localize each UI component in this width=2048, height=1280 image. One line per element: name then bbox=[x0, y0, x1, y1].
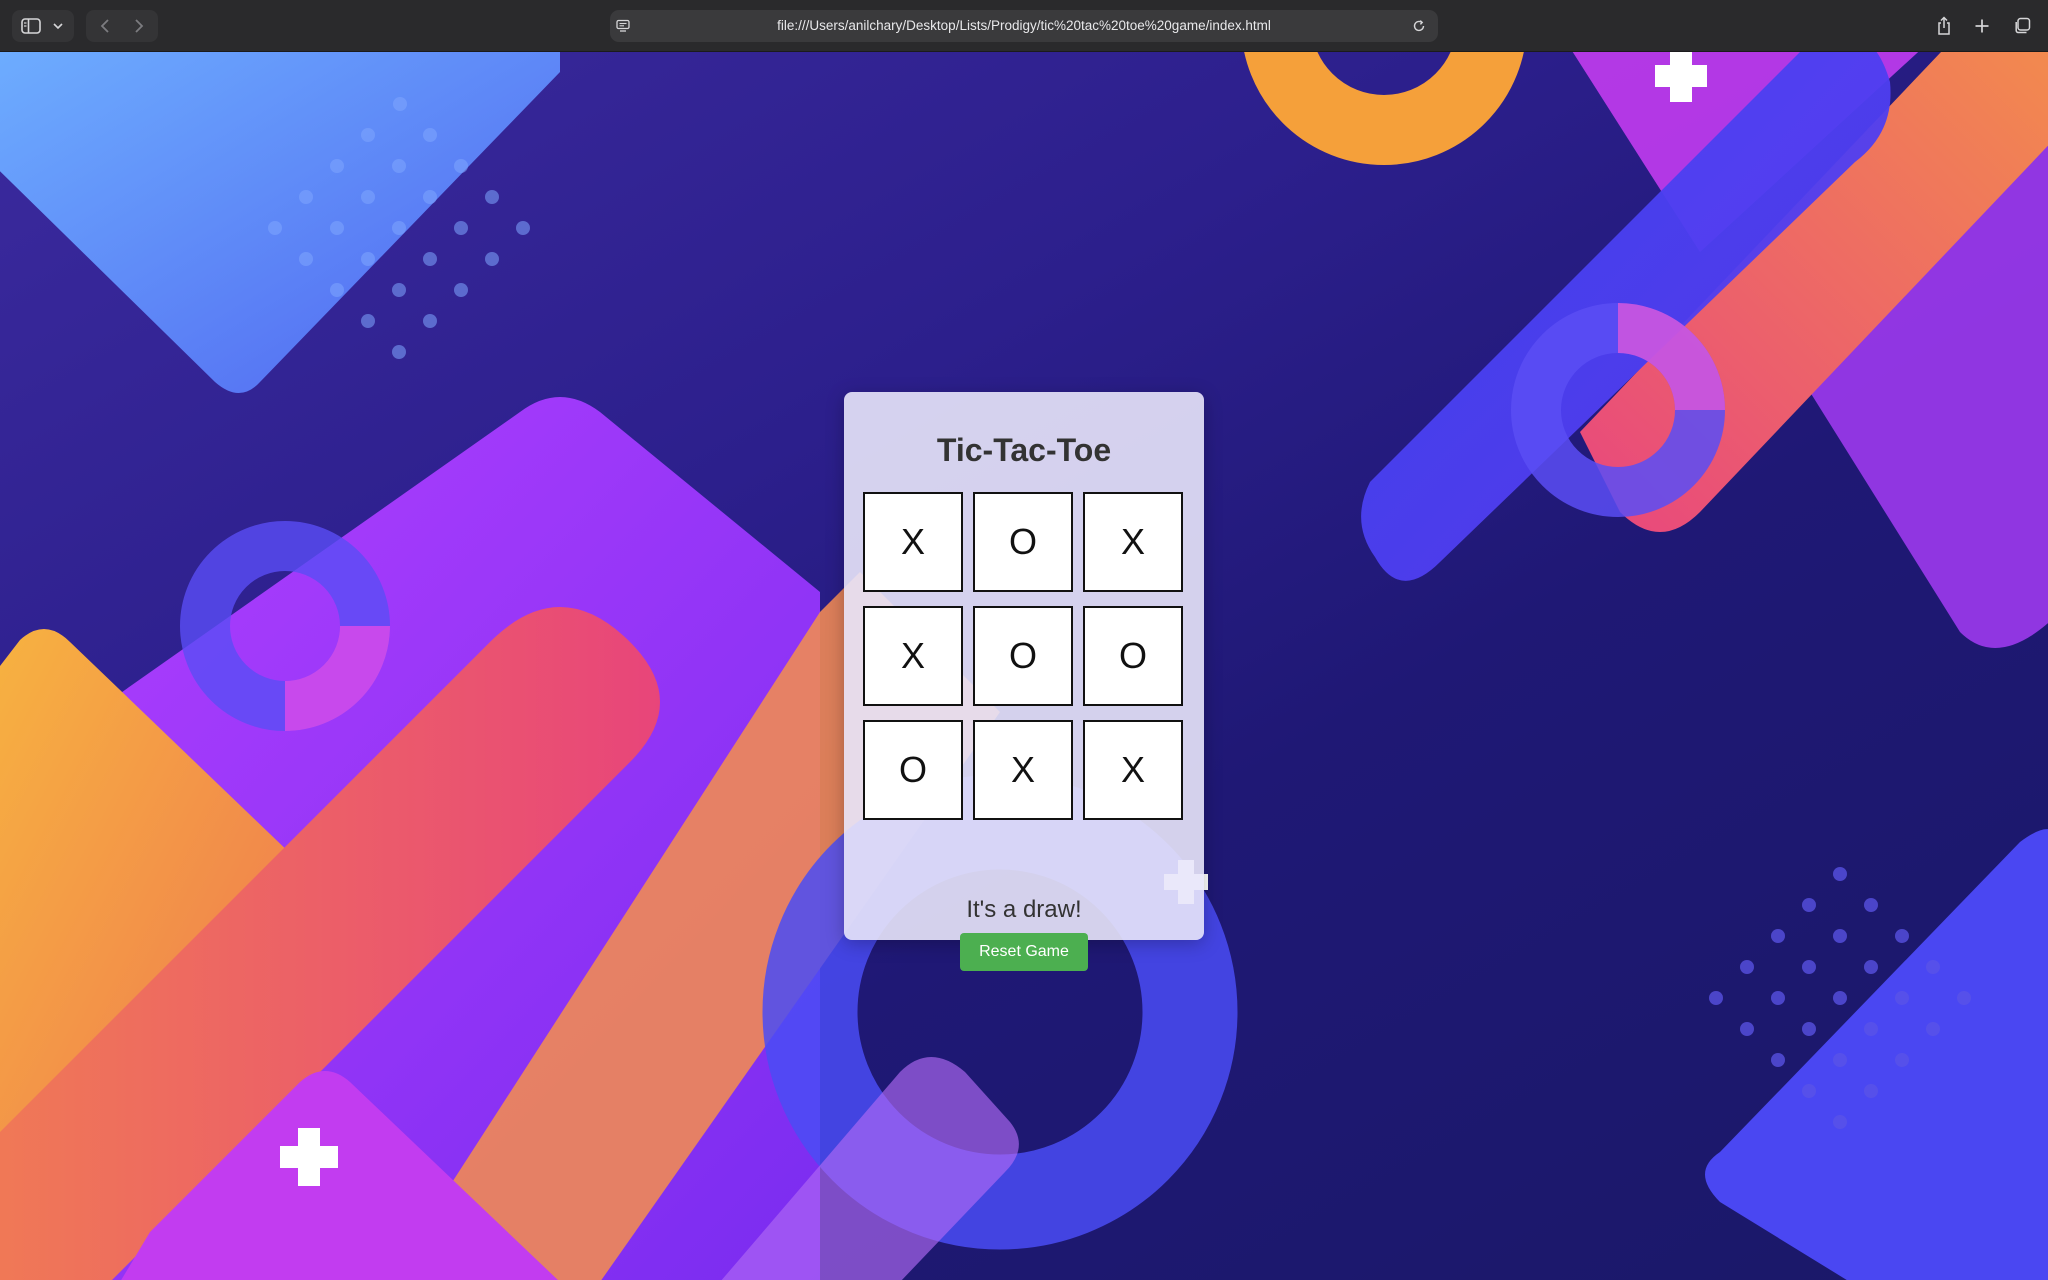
chevron-left-icon bbox=[100, 19, 109, 33]
plus-icon bbox=[1975, 19, 1989, 33]
address-url[interactable]: file:///Users/anilchary/Desktop/Lists/Pr… bbox=[610, 10, 1438, 42]
board-cell-1[interactable]: X bbox=[863, 492, 963, 592]
blue-diamond-shape bbox=[0, 52, 560, 393]
new-tab-button[interactable] bbox=[1968, 11, 1996, 41]
board-cell-5[interactable]: O bbox=[973, 606, 1073, 706]
share-icon bbox=[1938, 16, 1950, 35]
reset-game-button[interactable]: Reset Game bbox=[960, 933, 1088, 971]
address-bar[interactable]: file:///Users/anilchary/Desktop/Lists/Pr… bbox=[610, 10, 1438, 42]
board-cell-7[interactable]: O bbox=[863, 720, 963, 820]
page-viewport: Tic-Tac-Toe X O X X O O O X X It's a dra… bbox=[0, 52, 2048, 1280]
forward-button[interactable] bbox=[124, 11, 154, 41]
board-cell-4[interactable]: X bbox=[863, 606, 963, 706]
share-button[interactable] bbox=[1930, 11, 1958, 41]
board-cell-8[interactable]: X bbox=[973, 720, 1073, 820]
board-cell-6[interactable]: O bbox=[1083, 606, 1183, 706]
board-cell-3[interactable]: X bbox=[1083, 492, 1183, 592]
game-board: X O X X O O O X X bbox=[863, 492, 1186, 828]
reload-icon[interactable] bbox=[1412, 19, 1426, 33]
board-cell-9[interactable]: X bbox=[1083, 720, 1183, 820]
game-status: It's a draw! bbox=[966, 896, 1082, 923]
chevron-down-icon bbox=[53, 23, 63, 30]
board-cell-2[interactable]: O bbox=[973, 492, 1073, 592]
tab-overview-button[interactable] bbox=[2008, 11, 2036, 41]
back-button[interactable] bbox=[90, 11, 120, 41]
chevron-right-icon bbox=[135, 19, 144, 33]
sidebar-icon bbox=[21, 18, 41, 34]
sidebar-toggle-button[interactable] bbox=[16, 11, 46, 41]
blue-diamond-bottom-right-shape bbox=[1705, 829, 2048, 1280]
tab-overview-icon bbox=[2015, 17, 2031, 34]
game-title: Tic-Tac-Toe bbox=[936, 432, 1112, 468]
game-card: Tic-Tac-Toe X O X X O O O X X It's a dra… bbox=[844, 392, 1204, 971]
orange-ring-shape bbox=[1244, 52, 1524, 165]
browser-toolbar: file:///Users/anilchary/Desktop/Lists/Pr… bbox=[0, 0, 2048, 52]
tab-menu-button[interactable] bbox=[48, 11, 68, 41]
